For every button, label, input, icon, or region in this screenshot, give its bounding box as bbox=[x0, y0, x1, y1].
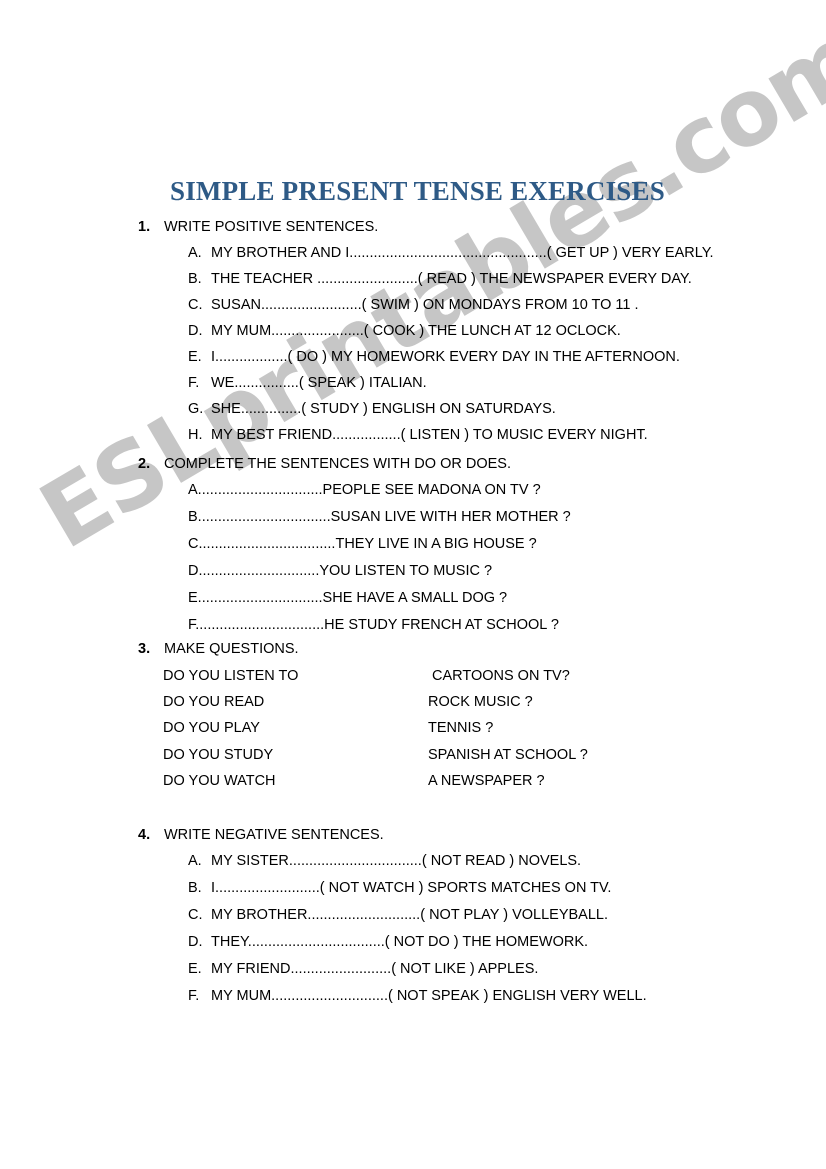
exercise-2-item-d: D..............................YOU LISTE… bbox=[188, 563, 492, 579]
item-text: MY MUM.......................( COOK ) TH… bbox=[211, 323, 621, 339]
exercise-1-item-b: B. THE TEACHER .........................(… bbox=[188, 271, 692, 287]
question-completion: A NEWSPAPER ? bbox=[428, 773, 545, 789]
exercise-4-number: 4. bbox=[138, 827, 151, 843]
item-letter: C. bbox=[188, 907, 203, 923]
exercise-4-item-b: B. I..........................( NOT WATCH… bbox=[188, 880, 611, 896]
item-letter: F. bbox=[188, 988, 200, 1004]
exercise-1-number: 1. bbox=[138, 219, 151, 235]
item-letter: G. bbox=[188, 401, 204, 417]
item-letter: B. bbox=[188, 880, 202, 896]
exercise-2-item-c: C..................................THEY … bbox=[188, 536, 537, 552]
exercise-4-item-d: D. THEY..................................… bbox=[188, 934, 588, 950]
item-letter: E. bbox=[188, 349, 202, 365]
item-text: ................................HE STUDY… bbox=[195, 617, 559, 633]
item-letter: A. bbox=[188, 245, 202, 261]
item-text: THEY..................................( … bbox=[211, 934, 589, 950]
exercise-2-item-b: B.................................SUSAN … bbox=[188, 509, 571, 525]
exercise-2-heading-text: COMPLETE THE SENTENCES WITH DO OR DOES. bbox=[164, 456, 511, 472]
exercise-1-item-h: H. MY BEST FRIEND.................( LISTE… bbox=[188, 427, 648, 443]
item-text: MY BROTHER............................( … bbox=[211, 907, 608, 923]
item-text: MY SISTER...............................… bbox=[211, 853, 582, 869]
exercise-4-item-f: F. MY MUM.............................( N… bbox=[188, 988, 647, 1004]
exercise-1-item-e: E. I..................( DO ) MY HOMEWORK … bbox=[188, 349, 680, 365]
item-letter: D. bbox=[188, 934, 203, 950]
exercise-2-item-a: A...............................PEOPLE S… bbox=[188, 482, 541, 498]
item-letter: E. bbox=[188, 961, 202, 977]
item-letter: D bbox=[188, 563, 199, 579]
item-text: SUSAN.........................( SWIM ) O… bbox=[211, 297, 639, 313]
exercise-1-heading-text: WRITE POSITIVE SENTENCES. bbox=[164, 219, 379, 235]
question-completion: ROCK MUSIC ? bbox=[428, 694, 533, 710]
exercise-2-item-e: E...............................SHE HAVE… bbox=[188, 590, 507, 606]
question-stem: DO YOU STUDY bbox=[163, 747, 274, 763]
item-text: MY MUM.............................( NOT… bbox=[211, 988, 647, 1004]
item-text: WE................( SPEAK ) ITALIAN. bbox=[211, 375, 427, 391]
question-stem: DO YOU LISTEN TO bbox=[163, 668, 299, 684]
exercise-4-heading-text: WRITE NEGATIVE SENTENCES. bbox=[164, 827, 384, 843]
item-text: ..................................THEY L… bbox=[198, 536, 537, 552]
item-text: THE TEACHER .........................( R… bbox=[211, 271, 692, 287]
item-text: MY FRIEND.........................( NOT … bbox=[211, 961, 539, 977]
item-text: I..........................( NOT WATCH )… bbox=[211, 880, 612, 896]
exercise-1-item-a: A. MY BROTHER AND I......................… bbox=[188, 245, 714, 261]
exercise-3-number: 3. bbox=[138, 641, 151, 657]
item-letter: B. bbox=[188, 271, 202, 287]
item-letter: C bbox=[188, 536, 199, 552]
item-letter: H. bbox=[188, 427, 203, 443]
item-letter: A bbox=[188, 482, 198, 498]
item-text: I..................( DO ) MY HOMEWORK EV… bbox=[211, 349, 680, 365]
exercise-1-heading: 1. WRITE POSITIVE SENTENCES. bbox=[138, 219, 378, 235]
item-letter: A. bbox=[188, 853, 202, 869]
exercise-3-heading: 3. MAKE QUESTIONS. bbox=[138, 641, 299, 657]
exercise-4-item-c: C. MY BROTHER............................… bbox=[188, 907, 608, 923]
question-completion: SPANISH AT SCHOOL ? bbox=[428, 747, 588, 763]
exercise-4-item-a: A. MY SISTER.............................… bbox=[188, 853, 581, 869]
item-text: .................................SUSAN L… bbox=[197, 509, 571, 525]
exercise-1-item-g: G. SHE...............( STUDY ) ENGLISH ON… bbox=[188, 401, 556, 417]
worksheet-page: ESLprintables.com SIMPLE PRESENT TENSE E… bbox=[0, 0, 826, 1169]
question-stem: DO YOU WATCH bbox=[163, 773, 276, 789]
exercise-3-heading-text: MAKE QUESTIONS. bbox=[164, 641, 299, 657]
question-stem: DO YOU PLAY bbox=[163, 720, 260, 736]
exercise-1-item-c: C. SUSAN.........................( SWIM )… bbox=[188, 297, 639, 313]
question-stem: DO YOU READ bbox=[163, 694, 265, 710]
item-text: SHE...............( STUDY ) ENGLISH ON S… bbox=[211, 401, 556, 417]
item-letter: B bbox=[188, 509, 198, 525]
item-letter: E bbox=[188, 590, 198, 606]
item-letter: F. bbox=[188, 375, 200, 391]
item-letter: C. bbox=[188, 297, 203, 313]
item-text: MY BEST FRIEND.................( LISTEN … bbox=[211, 427, 648, 443]
item-text: ..............................YOU LISTEN… bbox=[198, 563, 493, 579]
exercise-4-heading: 4. WRITE NEGATIVE SENTENCES. bbox=[138, 827, 384, 843]
question-completion: TENNIS ? bbox=[428, 720, 494, 736]
exercise-2-number: 2. bbox=[138, 456, 151, 472]
exercise-1-item-f: F. WE................( SPEAK ) ITALIAN. bbox=[188, 375, 427, 391]
item-text: ...............................PEOPLE SE… bbox=[197, 482, 541, 498]
exercise-4-item-e: E. MY FRIEND.........................( NO… bbox=[188, 961, 538, 977]
exercise-2-heading: 2. COMPLETE THE SENTENCES WITH DO OR DOES… bbox=[138, 456, 511, 472]
item-text: ...............................SHE HAVE … bbox=[197, 590, 508, 606]
item-letter: D. bbox=[188, 323, 203, 339]
exercise-1-item-d: D. MY MUM.......................( COOK ) … bbox=[188, 323, 621, 339]
item-text: MY BROTHER AND I........................… bbox=[211, 245, 714, 261]
question-completion: CARTOONS ON TV? bbox=[432, 668, 570, 684]
page-title: SIMPLE PRESENT TENSE EXERCISES bbox=[170, 176, 665, 206]
exercise-2-item-f: F................................HE STUD… bbox=[188, 617, 559, 633]
